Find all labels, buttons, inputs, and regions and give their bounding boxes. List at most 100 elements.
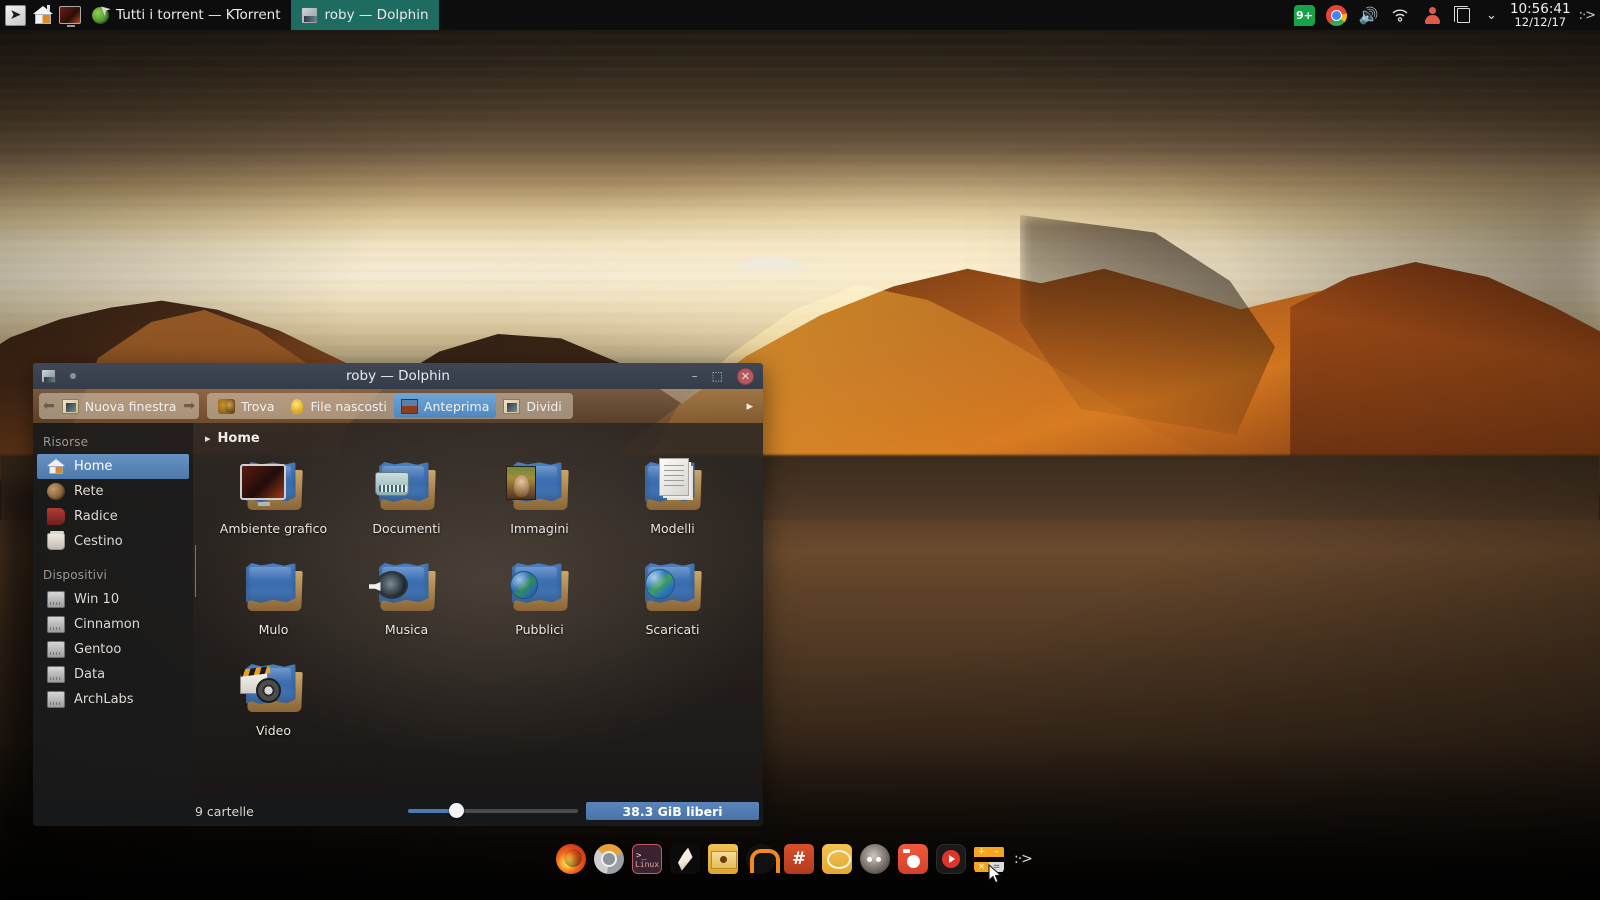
sidebar-item-label: Home — [74, 459, 112, 474]
folder-label: Modelli — [650, 521, 694, 536]
application-dock: >_ Linux # + – × = :⋅> — [556, 840, 1016, 878]
breadcrumb-arrow-icon: ▸ — [205, 432, 211, 445]
drive-icon — [47, 616, 65, 633]
folder-label: Musica — [385, 622, 428, 637]
home-icon[interactable] — [30, 3, 55, 28]
folder-item[interactable]: Modelli — [606, 456, 739, 549]
toolbar-new-window-button[interactable]: Nuova finestra — [55, 394, 184, 418]
folder-item[interactable]: Immagini — [473, 456, 606, 549]
terminal-icon[interactable]: >_ Linux — [632, 844, 662, 874]
display-settings-icon[interactable] — [57, 3, 82, 28]
file-view[interactable]: ▸ Home Ambiente grafico — [193, 423, 763, 796]
top-taskbar: ➤ Tutti i torrent — KTorrent roby — Dolp… — [0, 0, 1600, 30]
folder-label: Pubblici — [515, 622, 563, 637]
window-titlebar[interactable]: roby — Dolphin – ⬚ ✕ — [33, 363, 763, 389]
sidebar-item-gentoo[interactable]: Gentoo — [37, 637, 189, 662]
split-view-icon — [503, 399, 520, 414]
sidebar-item-label: ArchLabs — [74, 692, 134, 707]
clipboard-icon[interactable] — [1457, 8, 1470, 23]
taskbar-task-ktorrent[interactable]: Tutti i torrent — KTorrent — [82, 0, 291, 30]
audio-player-icon[interactable] — [746, 844, 776, 874]
breadcrumb[interactable]: ▸ Home — [193, 423, 763, 446]
sidebar-item-label: Gentoo — [74, 642, 121, 657]
sidebar-item-archlabs[interactable]: ArchLabs — [37, 687, 189, 712]
breadcrumb-path: Home — [218, 431, 260, 446]
toolbar-split-button[interactable]: Dividi — [496, 394, 568, 418]
firefox-icon[interactable] — [556, 844, 586, 874]
sidebar-item-label: Cestino — [74, 534, 123, 549]
dock-grip-icon[interactable]: :⋅> — [1014, 851, 1032, 867]
folder-item[interactable]: Scaricati — [606, 557, 739, 650]
documents-folder-icon — [371, 456, 443, 518]
taskbar-launchers: ➤ — [0, 3, 82, 28]
network-place-icon — [47, 483, 65, 500]
window-body: Risorse Home Rete Radice Cestino Disposi… — [33, 423, 763, 796]
public-folder-icon — [504, 557, 576, 619]
calculator-key: – — [989, 847, 1004, 857]
mail-icon[interactable] — [708, 844, 738, 874]
wifi-icon[interactable] — [1390, 5, 1411, 26]
text-editor-icon[interactable] — [670, 844, 700, 874]
toolbar-hidden-files-button[interactable]: File nascosti — [282, 394, 394, 418]
folder-item[interactable]: Pubblici — [473, 557, 606, 650]
folder-item[interactable]: Video — [207, 658, 340, 751]
sidebar-item-win10[interactable]: Win 10 — [37, 587, 189, 612]
screenshot-icon[interactable] — [898, 844, 928, 874]
zoom-slider-handle[interactable] — [449, 803, 464, 818]
sidebar-item-cinnamon[interactable]: Cinnamon — [37, 612, 189, 637]
back-arrow-icon[interactable]: ⬅ — [43, 398, 55, 414]
ktorrent-icon — [92, 7, 109, 24]
sidebar-item-radice[interactable]: Radice — [37, 504, 189, 529]
messenger-icon[interactable] — [822, 844, 852, 874]
toolbar-find-button[interactable]: Trova — [211, 394, 281, 418]
gimp-icon[interactable] — [860, 844, 890, 874]
volume-icon[interactable]: 🔊 — [1358, 5, 1379, 26]
folder-item[interactable]: Ambiente grafico — [207, 456, 340, 549]
pictures-folder-icon — [504, 456, 576, 518]
sidebar-item-label: Win 10 — [74, 592, 119, 607]
sidebar-item-label: Cinnamon — [74, 617, 140, 632]
video-player-icon[interactable] — [936, 844, 966, 874]
toolbar-item-label: Nuova finestra — [85, 399, 177, 414]
show-hidden-icons-chevron[interactable]: ⌄ — [1481, 5, 1502, 26]
folder-item[interactable]: Documenti — [340, 456, 473, 549]
drive-icon — [47, 691, 65, 708]
new-window-icon — [62, 399, 79, 414]
preview-icon — [401, 399, 418, 414]
folder-item[interactable]: Musica — [340, 557, 473, 650]
panel-grip-icon[interactable]: :⋅> — [1571, 8, 1600, 23]
home-glyph — [33, 5, 53, 25]
kde-menu-icon[interactable]: ➤ — [3, 3, 28, 28]
forward-arrow-icon[interactable]: ➡ — [183, 398, 195, 414]
clock[interactable]: 10:56:41 12/12/17 — [1508, 2, 1571, 29]
zoom-slider[interactable] — [408, 808, 578, 814]
toolbar-overflow-icon[interactable]: ▸ — [746, 399, 757, 414]
dolphin-window: roby — Dolphin – ⬚ ✕ ⬅ Nuova finestra ➡ … — [33, 363, 763, 808]
hexchat-icon[interactable]: # — [784, 844, 814, 874]
drive-icon — [47, 641, 65, 658]
folder-grid: Ambiente grafico Documenti Immagini — [193, 446, 763, 751]
music-folder-icon — [371, 557, 443, 619]
hangouts-icon[interactable]: 9+ — [1294, 5, 1315, 26]
folder-item[interactable]: Mulo — [207, 557, 340, 650]
plain-folder-icon — [238, 557, 310, 619]
sidebar-section-heading: Risorse — [33, 429, 193, 454]
find-icon — [218, 399, 235, 414]
chrome-icon[interactable] — [1326, 5, 1347, 26]
toolbar-preview-button[interactable]: Anteprima — [394, 394, 496, 418]
chrome-icon[interactable] — [594, 844, 624, 874]
sidebar-item-rete[interactable]: Rete — [37, 479, 189, 504]
taskbar-task-dolphin[interactable]: roby — Dolphin — [291, 0, 439, 30]
home-place-icon — [47, 458, 65, 475]
system-tray: 9+ 🔊 ⌄ — [1294, 5, 1508, 26]
trash-place-icon — [47, 533, 65, 550]
sidebar-item-data[interactable]: Data — [37, 662, 189, 687]
calculator-key: × — [974, 862, 989, 872]
sidebar-item-home[interactable]: Home — [37, 454, 189, 479]
sidebar-item-cestino[interactable]: Cestino — [37, 529, 189, 554]
hidden-files-bulb-icon — [291, 399, 303, 414]
drive-icon — [47, 591, 65, 608]
folder-label: Ambiente grafico — [220, 521, 327, 536]
user-icon[interactable] — [1422, 5, 1443, 26]
selection-caret — [195, 545, 196, 597]
